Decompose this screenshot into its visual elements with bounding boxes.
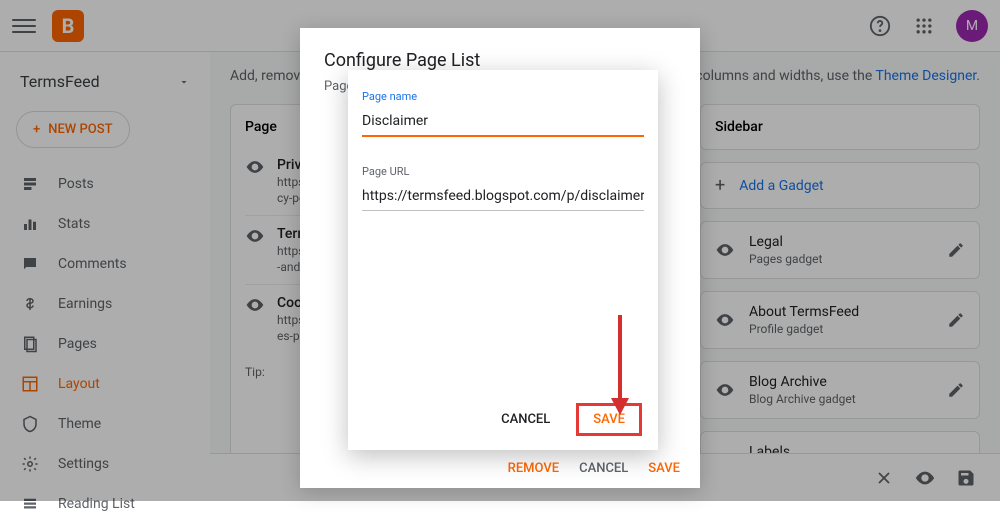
page-name-label: Page name [362, 90, 644, 103]
cancel-button[interactable]: CANCEL [579, 461, 628, 476]
cancel-button[interactable]: CANCEL [491, 406, 560, 433]
page-name-input[interactable] [362, 109, 644, 137]
remove-button[interactable]: REMOVE [508, 461, 559, 476]
dialog-actions: REMOVE CANCEL SAVE [508, 461, 680, 476]
save-button[interactable]: SAVE [576, 403, 642, 436]
page-url-label: Page URL [362, 165, 644, 178]
save-button[interactable]: SAVE [648, 461, 680, 476]
page-url-input[interactable] [362, 184, 644, 211]
edit-page-dialog: Page name Page URL CANCEL SAVE [348, 70, 658, 450]
